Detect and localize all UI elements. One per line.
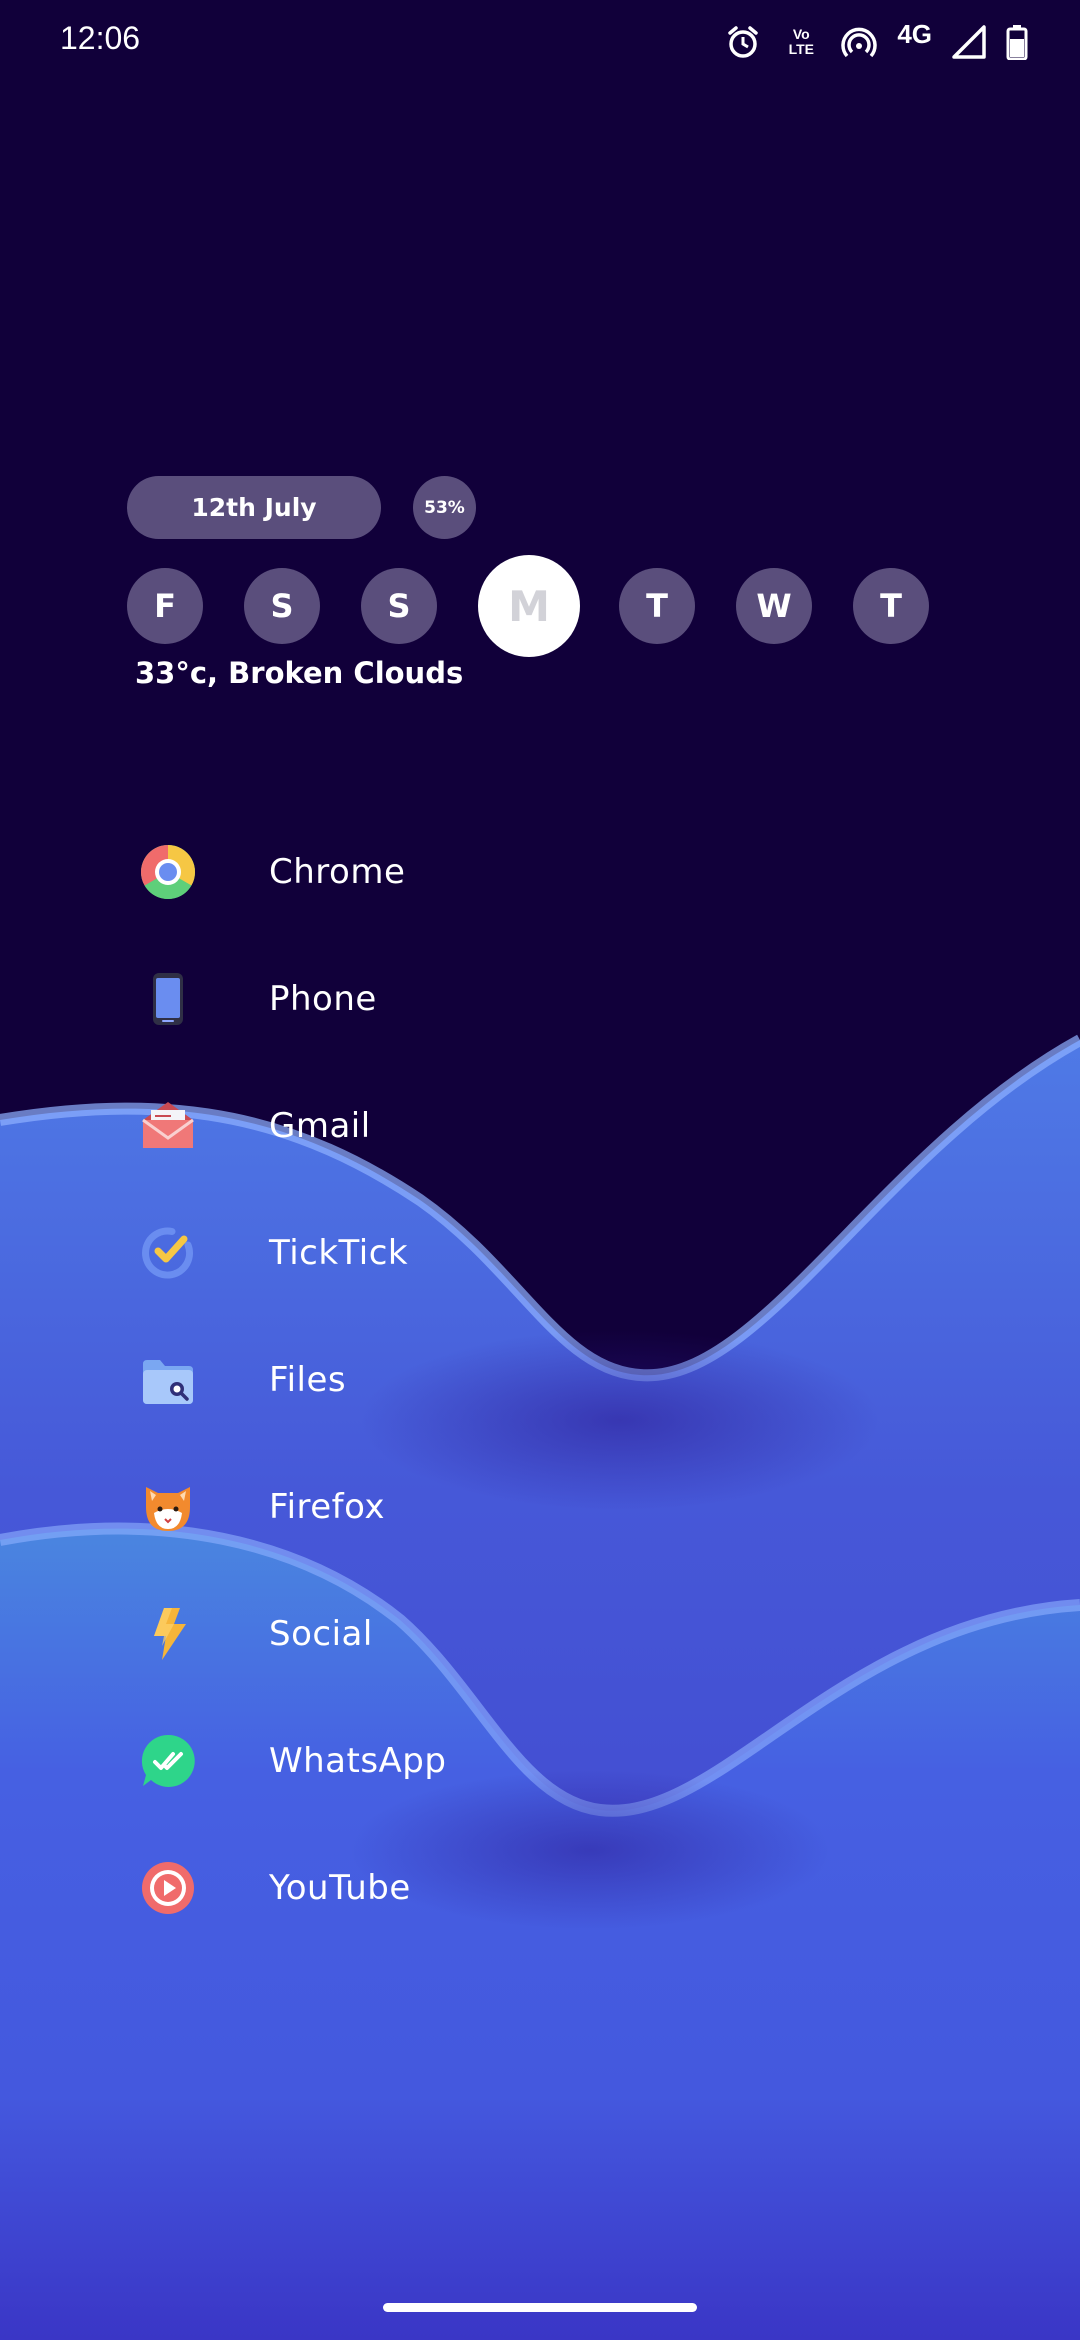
battery-icon bbox=[1006, 25, 1028, 60]
day-thursday[interactable]: T bbox=[853, 568, 929, 644]
weather-text: 33°c, Broken Clouds bbox=[135, 656, 464, 690]
app-item-files[interactable]: Files bbox=[127, 1325, 727, 1435]
status-time: 12:06 bbox=[60, 20, 141, 56]
ticktick-icon bbox=[127, 1212, 209, 1294]
weekday-row: F S S M T W T bbox=[127, 555, 967, 670]
day-saturday[interactable]: S bbox=[244, 568, 320, 644]
day-friday[interactable]: F bbox=[127, 568, 203, 644]
app-item-phone[interactable]: Phone bbox=[127, 944, 727, 1054]
status-bar: 12:06 Vo LTE 4G bbox=[0, 0, 1080, 84]
app-label-social: Social bbox=[269, 1614, 373, 1654]
app-item-firefox[interactable]: Firefox bbox=[127, 1452, 727, 1562]
app-item-ticktick[interactable]: TickTick bbox=[127, 1198, 727, 1308]
app-item-gmail[interactable]: Gmail bbox=[127, 1071, 727, 1181]
app-item-youtube[interactable]: YouTube bbox=[127, 1833, 727, 1943]
gmail-icon bbox=[127, 1085, 209, 1167]
app-label-youtube: YouTube bbox=[269, 1868, 411, 1908]
volte-icon: Vo LTE bbox=[788, 26, 815, 57]
app-item-whatsapp[interactable]: WhatsApp bbox=[127, 1706, 727, 1816]
day-monday-active[interactable]: M bbox=[478, 555, 580, 657]
social-icon bbox=[127, 1593, 209, 1675]
app-label-ticktick: TickTick bbox=[269, 1233, 409, 1273]
app-label-firefox: Firefox bbox=[269, 1487, 386, 1527]
youtube-icon bbox=[127, 1847, 209, 1929]
day-wednesday[interactable]: W bbox=[736, 568, 812, 644]
app-label-files: Files bbox=[269, 1360, 347, 1400]
day-sunday[interactable]: S bbox=[361, 568, 437, 644]
battery-badge: 53% bbox=[413, 476, 476, 539]
status-icons: Vo LTE 4G bbox=[725, 18, 1028, 66]
date-pill[interactable]: 12th July bbox=[127, 476, 381, 539]
gesture-nav-handle[interactable] bbox=[383, 2303, 697, 2312]
app-item-social[interactable]: Social bbox=[127, 1579, 727, 1689]
firefox-icon bbox=[127, 1466, 209, 1548]
phone-icon bbox=[127, 958, 209, 1040]
alarm-icon bbox=[728, 26, 759, 58]
app-label-gmail: Gmail bbox=[269, 1106, 371, 1146]
app-label-chrome: Chrome bbox=[269, 852, 406, 892]
hotspot-icon bbox=[841, 27, 878, 58]
day-tuesday[interactable]: T bbox=[619, 568, 695, 644]
whatsapp-icon bbox=[127, 1720, 209, 1802]
chrome-icon bbox=[127, 831, 209, 913]
signal-icon bbox=[952, 25, 986, 59]
app-item-chrome[interactable]: Chrome bbox=[127, 817, 727, 927]
network-type: 4G bbox=[897, 18, 932, 49]
app-label-whatsapp: WhatsApp bbox=[269, 1741, 447, 1781]
app-label-phone: Phone bbox=[269, 979, 377, 1019]
files-icon bbox=[127, 1339, 209, 1421]
